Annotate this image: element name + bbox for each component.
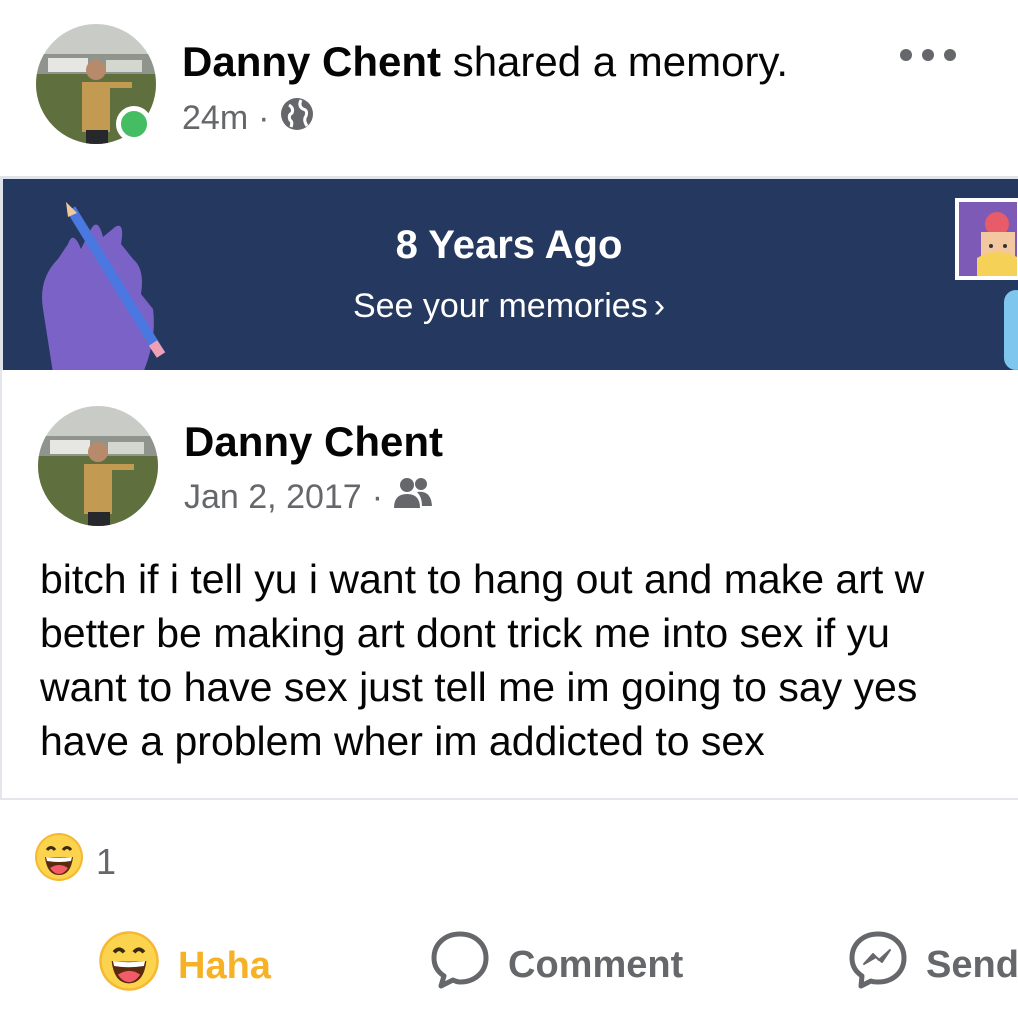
banner-decoration <box>1004 290 1018 370</box>
memory-banner[interactable] <box>0 176 1018 370</box>
post-line: have a problem wher im addicted to sex <box>40 718 765 764</box>
post-time[interactable]: 24m <box>182 99 248 138</box>
online-status-dot <box>116 106 152 142</box>
more-dot <box>900 49 912 61</box>
reaction-summary[interactable]: 1 <box>34 832 116 891</box>
see-memories-link[interactable]: See your memories › <box>0 286 1018 326</box>
more-dot <box>944 49 956 61</box>
more-dot <box>922 49 934 61</box>
send-button[interactable]: Send <box>848 930 1018 1000</box>
haha-reaction-button[interactable]: Haha <box>98 930 271 1002</box>
friends-icon <box>393 476 433 519</box>
post-body: bitch if i tell yu i want to hang out an… <box>40 552 1018 768</box>
memory-thumbnail[interactable] <box>955 198 1018 280</box>
post-line: want to have sex just tell me im going t… <box>40 664 918 710</box>
author-name-link[interactable]: Danny Chent <box>182 38 441 85</box>
post-line: bitch if i tell yu i want to hang out an… <box>40 556 925 602</box>
more-options-button[interactable] <box>900 40 956 70</box>
comment-button[interactable]: Comment <box>430 930 683 1000</box>
send-label: Send <box>926 943 1018 986</box>
post-header-title: Danny Chent shared a memory. <box>182 38 788 86</box>
reaction-count: 1 <box>96 840 117 882</box>
post-date-row: Jan 2, 2017 · <box>184 476 433 519</box>
see-memories-label: See your memories <box>352 287 648 325</box>
post-date[interactable]: Jan 2, 2017 <box>184 478 362 517</box>
post-author-name[interactable]: Danny Chent <box>184 418 443 466</box>
post-author-avatar[interactable] <box>38 406 158 526</box>
memory-banner-title: 8 Years Ago <box>395 223 623 267</box>
comment-icon <box>430 930 490 1000</box>
haha-label: Haha <box>178 944 271 987</box>
date-separator: · <box>371 478 384 516</box>
messenger-icon <box>848 930 908 1000</box>
haha-emoji-icon <box>98 930 160 1002</box>
comment-label: Comment <box>508 943 684 986</box>
globe-icon <box>279 96 315 141</box>
post-meta: 24m · <box>182 96 315 141</box>
meta-separator: · <box>258 99 270 137</box>
haha-emoji-icon <box>34 832 84 891</box>
chevron-right-icon: › <box>653 287 666 325</box>
post-line: better be making art dont trick me into … <box>40 610 890 656</box>
header-action-text: shared a memory. <box>452 38 789 85</box>
